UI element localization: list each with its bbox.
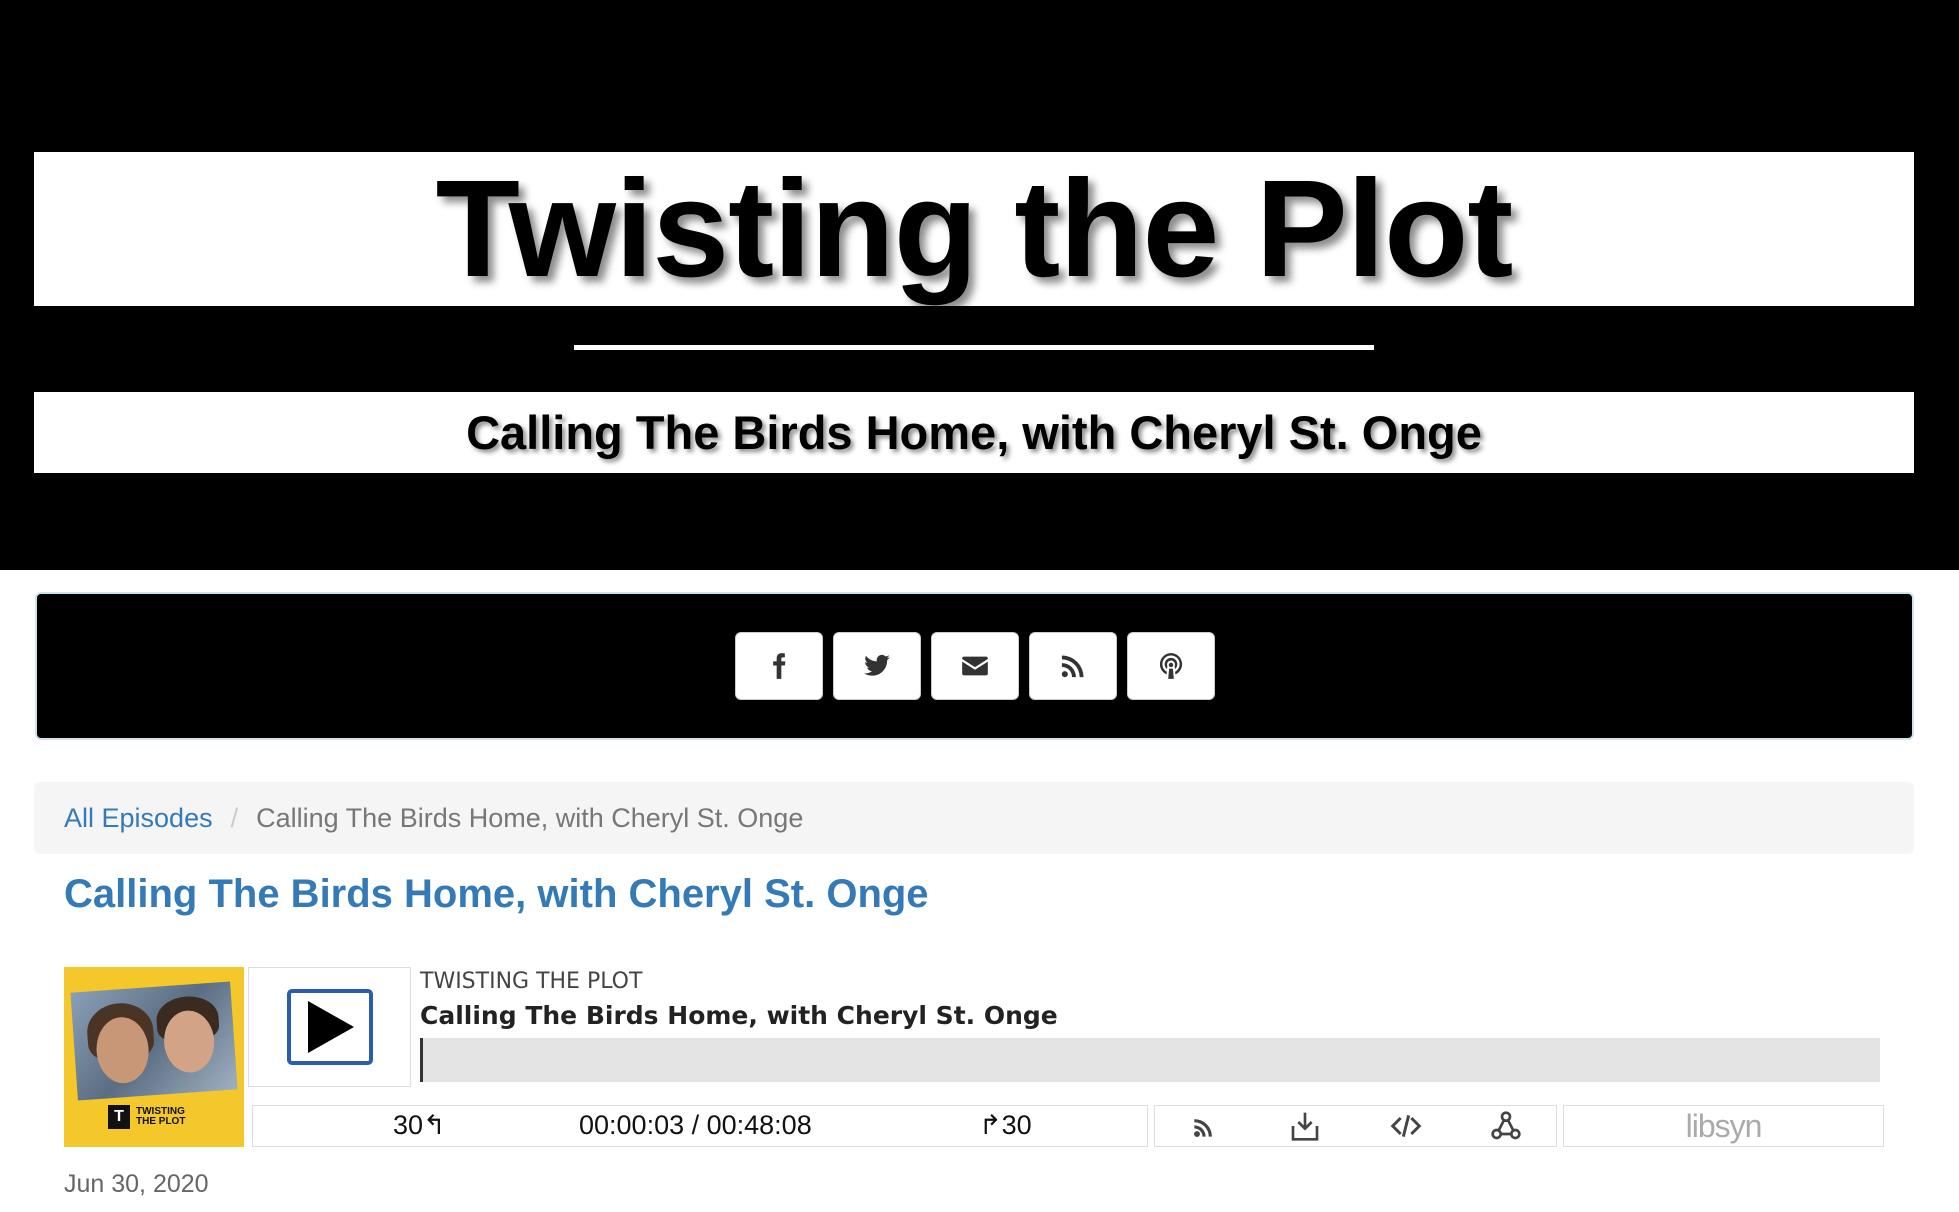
player-action-icons (1154, 1105, 1557, 1147)
libsyn-logo[interactable]: libsyn (1563, 1105, 1884, 1147)
email-button[interactable] (930, 632, 1019, 700)
twitter-icon (863, 654, 890, 676)
show-title-box: Twisting the Plot (34, 152, 1914, 306)
embed-code-icon[interactable] (1390, 1110, 1422, 1142)
twitter-button[interactable] (832, 632, 921, 700)
cover-logo-line2: THE PLOT (136, 1116, 186, 1127)
podcast-button[interactable] (1126, 632, 1215, 700)
podcast-cover-art: T TWISTING THE PLOT (64, 967, 244, 1147)
time-display: 00:00:03 / 00:48:08 (579, 1110, 812, 1140)
play-button[interactable] (286, 989, 373, 1065)
cover-logo-mark: T (108, 1105, 130, 1129)
share-icon[interactable] (1490, 1110, 1522, 1142)
rss-icon[interactable] (1189, 1110, 1221, 1142)
progress-fill (420, 1038, 423, 1082)
podcast-icon (1159, 653, 1182, 679)
player-controls: 30↰ 00:00:03 / 00:48:08 ↱30 libsyn (252, 1105, 1884, 1147)
episode-subtitle-box: Calling The Birds Home, with Cheryl St. … (34, 392, 1914, 473)
player-episode-name: Calling The Birds Home, with Cheryl St. … (420, 1001, 1058, 1030)
play-button-frame (248, 967, 411, 1087)
facebook-button[interactable] (734, 632, 823, 700)
social-bar (35, 592, 1914, 740)
download-icon[interactable] (1289, 1110, 1321, 1142)
episode-subtitle: Calling The Birds Home, with Cheryl St. … (466, 406, 1482, 459)
progress-bar[interactable] (420, 1038, 1880, 1082)
episode-title[interactable]: Calling The Birds Home, with Cheryl St. … (64, 872, 929, 917)
forward-30-button[interactable]: ↱30 (979, 1110, 1032, 1141)
rewind-30-button[interactable]: 30↰ (393, 1110, 446, 1141)
rss-icon (1061, 655, 1083, 678)
cover-logo: T TWISTING THE PLOT (108, 1105, 185, 1129)
brand-name: libsyn (1685, 1107, 1763, 1144)
rss-button[interactable] (1028, 632, 1117, 700)
play-icon (307, 1001, 354, 1053)
envelope-icon (961, 656, 988, 676)
breadcrumb-current: Calling The Birds Home, with Cheryl St. … (256, 802, 804, 833)
hero-divider (574, 345, 1374, 350)
breadcrumb-all-episodes[interactable]: All Episodes (64, 803, 213, 834)
cover-photo (70, 981, 238, 1101)
show-title: Twisting the Plot (435, 152, 1514, 306)
breadcrumb-separator: / (230, 802, 239, 833)
player-show-name: TWISTING THE PLOT (420, 969, 643, 994)
facebook-icon (772, 653, 785, 679)
breadcrumb: All Episodes / Calling The Birds Home, w… (34, 782, 1914, 854)
playback-controls: 30↰ 00:00:03 / 00:48:08 ↱30 (252, 1105, 1148, 1147)
hero-banner: Twisting the Plot Calling The Birds Home… (0, 0, 1959, 570)
audio-player: T TWISTING THE PLOT TWISTING THE PLOT Ca… (64, 967, 1884, 1147)
publish-date: Jun 30, 2020 (64, 1170, 209, 1198)
